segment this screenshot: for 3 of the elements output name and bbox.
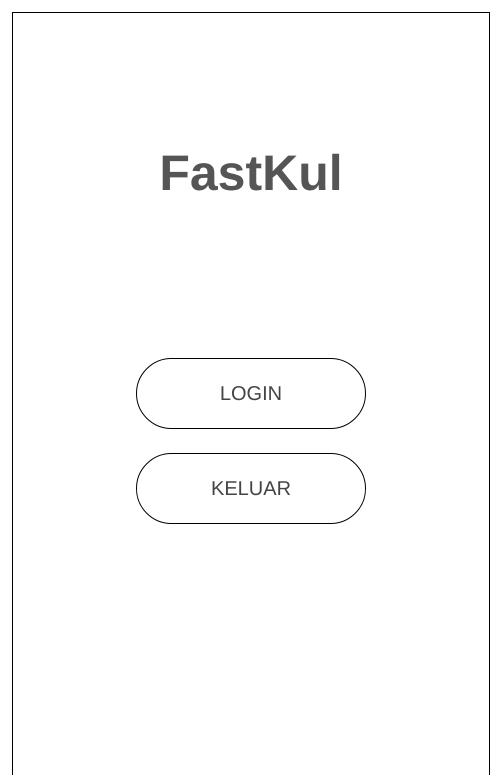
menu-button[interactable]: KELUAR (136, 453, 366, 524)
menu-button[interactable]: LOGIN (136, 358, 366, 429)
app-title: FastKul (159, 148, 343, 198)
